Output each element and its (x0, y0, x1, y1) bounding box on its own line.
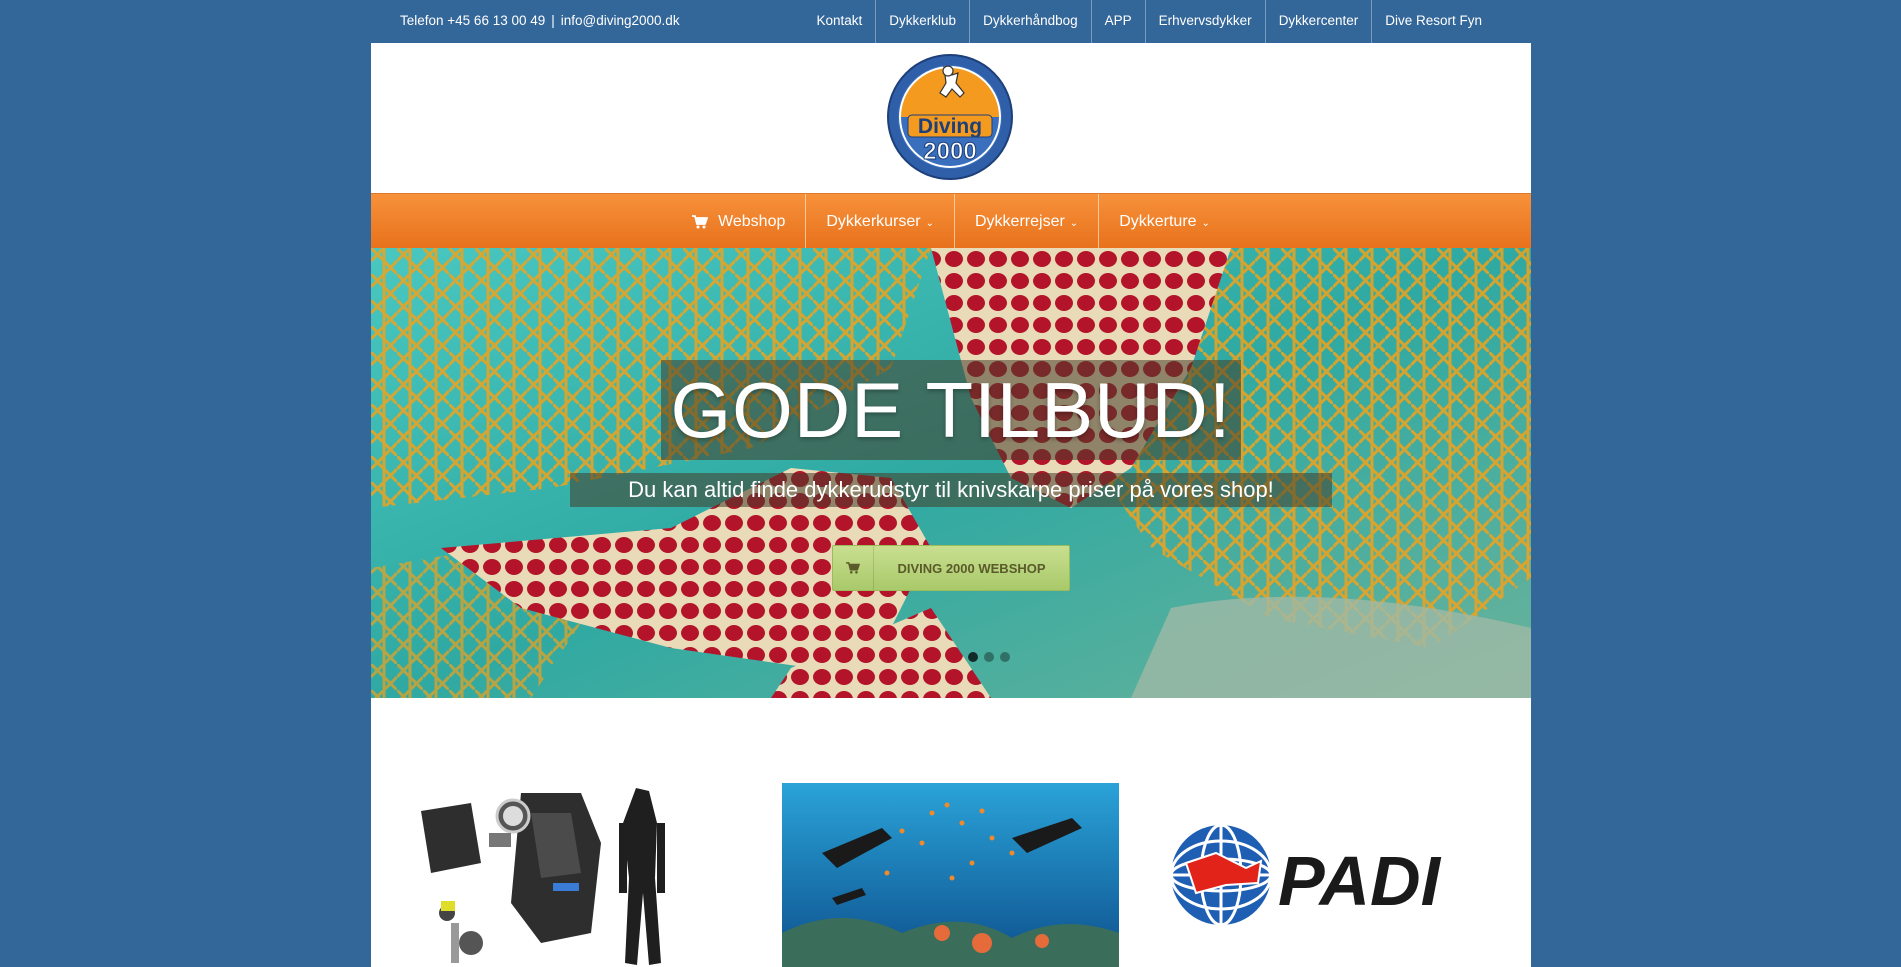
dykkerture-label: Dykkerture (1119, 212, 1197, 230)
promo-dive-gear[interactable] (411, 783, 711, 967)
chevron-down-icon: ⌄ (1201, 218, 1210, 229)
cta-label: DIVING 2000 WEBSHOP (897, 560, 1046, 576)
main-nav-dykkerrejser[interactable]: Dykkerrejser ⌄ (954, 194, 1098, 249)
header: Diving 2000 (371, 43, 1531, 193)
hero-slider[interactable]: GODE TILBUD! Du kan altid finde dykkerud… (371, 248, 1531, 698)
page-container: Diving 2000 Webshop Dykkerkurser ⌄ Dykke… (371, 43, 1531, 967)
hero-headline-box: GODE TILBUD! (661, 360, 1241, 460)
logo-text: Diving (918, 115, 982, 138)
top-nav-dykkerklub[interactable]: Dykkerklub (875, 0, 969, 43)
main-nav-webshop[interactable]: Webshop (672, 194, 805, 249)
promo-padi[interactable]: PADI (1166, 783, 1496, 967)
diving-2000-logo[interactable]: Diving 2000 (886, 53, 1014, 181)
webshop-cta-button[interactable]: DIVING 2000 WEBSHOP (832, 545, 1070, 591)
webshop-label: Webshop (718, 212, 786, 230)
promo-reef-divers[interactable] (782, 783, 1119, 967)
slider-dots (968, 652, 1010, 662)
padi-logo: PADI (1166, 783, 1496, 967)
top-nav: Kontakt Dykkerklub Dykkerhåndbog APP Erh… (804, 0, 1495, 43)
top-nav-dykkerhandbog[interactable]: Dykkerhåndbog (969, 0, 1091, 43)
dive-gear-image (411, 783, 711, 967)
contact-info: Telefon +45 66 13 00 49 | info@diving2000.… (400, 0, 680, 43)
padi-text: PADI (1278, 842, 1442, 920)
top-nav-erhvervsdykker[interactable]: Erhvervsdykker (1144, 0, 1265, 43)
dykkerkurser-label: Dykkerkurser (826, 212, 921, 230)
dykkerrejser-label: Dykkerrejser (975, 212, 1065, 230)
phone-text[interactable]: Telefon +45 66 13 00 49 (400, 13, 545, 28)
cart-icon (833, 546, 874, 590)
reef-divers-image (782, 783, 1119, 967)
chevron-down-icon: ⌄ (925, 218, 934, 229)
main-nav: Webshop Dykkerkurser ⌄ Dykkerrejser ⌄ Dy… (371, 193, 1531, 250)
top-nav-kontakt[interactable]: Kontakt (804, 0, 876, 43)
contact-separator: | (551, 13, 555, 28)
logo-number: 2000 (923, 138, 976, 165)
main-nav-dykkerture[interactable]: Dykkerture ⌄ (1098, 194, 1230, 249)
chevron-down-icon: ⌄ (1069, 218, 1079, 229)
slider-dot[interactable] (968, 652, 978, 662)
top-bar: Telefon +45 66 13 00 49 | info@diving2000.… (0, 0, 1901, 43)
slider-dot[interactable] (1000, 652, 1010, 662)
slider-dot[interactable] (984, 652, 994, 662)
email-link[interactable]: info@diving2000.dk (561, 13, 680, 28)
top-nav-app[interactable]: APP (1090, 0, 1145, 43)
top-nav-dykkercenter[interactable]: Dykkercenter (1264, 0, 1372, 43)
hero-subtitle: Du kan altid finde dykkerudstyr til kniv… (628, 477, 1274, 502)
hero-headline: GODE TILBUD! (670, 365, 1232, 454)
hero-subtitle-box: Du kan altid finde dykkerudstyr til kniv… (570, 473, 1332, 507)
cart-icon (692, 214, 709, 228)
top-nav-dive-resort-fyn[interactable]: Dive Resort Fyn (1371, 0, 1495, 43)
main-nav-dykkerkurser[interactable]: Dykkerkurser ⌄ (805, 194, 954, 249)
